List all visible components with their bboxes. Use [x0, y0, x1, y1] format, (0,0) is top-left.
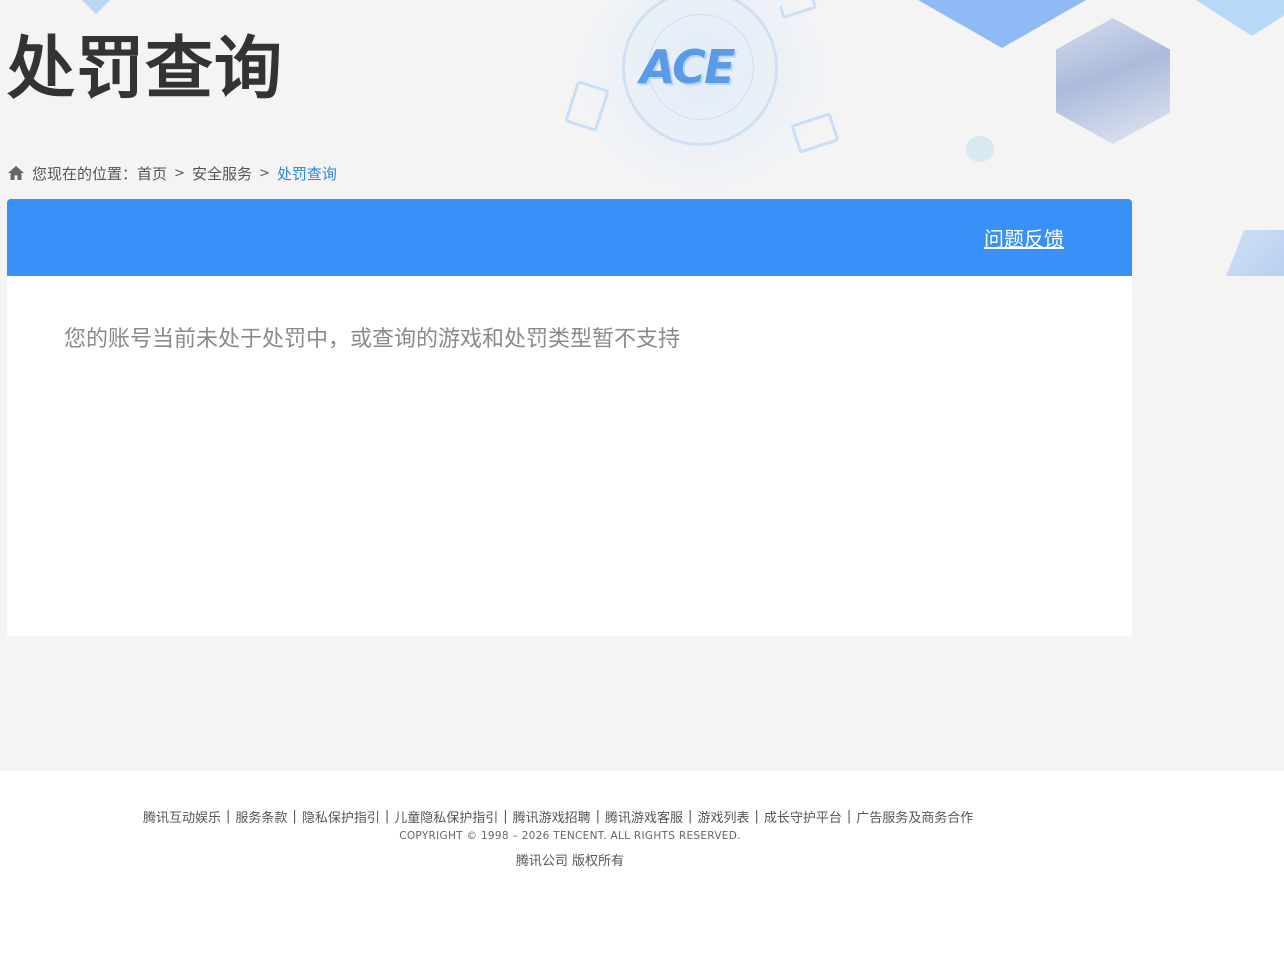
breadcrumb-security-link[interactable]: 安全服务 [192, 163, 252, 184]
banner-dot [966, 136, 994, 162]
footer-separator: | [226, 809, 231, 824]
banner-triangle-top [918, 0, 1086, 48]
banner-glow [574, 0, 830, 190]
breadcrumb-current: 处罚查询 [276, 164, 337, 183]
ace-logo: ACE [640, 40, 735, 94]
breadcrumb-separator: > [258, 165, 270, 181]
footer-link-child-privacy[interactable]: 儿童隐私保护指引 [394, 807, 498, 826]
footer-link-ads-business[interactable]: 广告服务及商务合作 [856, 807, 973, 826]
banner-triangle-right [1196, 0, 1284, 36]
banner-triangle-left [82, 0, 110, 14]
home-icon [7, 164, 25, 182]
footer-links: 腾讯互动娱乐 | 服务条款 | 隐私保护指引 | 儿童隐私保护指引 | 腾讯游戏… [143, 807, 1003, 826]
footer-link-game-list[interactable]: 游戏列表 [697, 807, 749, 826]
breadcrumb-home-link[interactable]: 首页 [137, 163, 167, 184]
footer-link-customer-service[interactable]: 腾讯游戏客服 [605, 807, 683, 826]
footer-separator: | [503, 809, 508, 824]
footer-link-careers[interactable]: 腾讯游戏招聘 [513, 807, 591, 826]
breadcrumb-separator: > [174, 165, 185, 181]
result-message: 您的账号当前未处于处罚中，或查询的游戏和处罚类型暂不支持 [64, 327, 681, 352]
footer-separator: | [846, 809, 852, 824]
panel-header: 问题反馈 [7, 199, 1132, 276]
breadcrumb-prefix: 您现在的位置： [32, 164, 138, 183]
game-card-icon [564, 79, 610, 133]
breadcrumb: 您现在的位置： 首页 > 安全服务 > 处罚查询 [7, 161, 337, 185]
footer-separator: | [754, 809, 759, 824]
page-title: 处罚查询 [7, 30, 284, 109]
footer: 腾讯互动娱乐 | 服务条款 | 隐私保护指引 | 儿童隐私保护指引 | 腾讯游戏… [0, 771, 1284, 969]
footer-separator: | [688, 809, 693, 824]
footer-separator: | [292, 809, 297, 824]
footer-link-terms[interactable]: 服务条款 [235, 807, 287, 826]
game-card-icon [790, 112, 840, 154]
copyright-owner: 腾讯公司 版权所有 [515, 854, 625, 869]
banner-character-image [1056, 18, 1170, 144]
copyright: COPYRIGHT © 1998 – 2026 TENCENT. ALL RIG… [399, 830, 741, 842]
footer-separator: | [595, 809, 601, 824]
result-panel: 问题反馈 您的账号当前未处于处罚中，或查询的游戏和处罚类型暂不支持 [7, 199, 1132, 636]
footer-link-growth-guard[interactable]: 成长守护平台 [764, 807, 842, 826]
banner-corner-image [1226, 230, 1284, 276]
feedback-link[interactable]: 问题反馈 [984, 223, 1064, 252]
page: ACE 处罚查询 您现在的位置： 首页 > 安全服务 > 处罚查询 问题反馈 您… [0, 0, 1284, 969]
footer-link-privacy[interactable]: 隐私保护指引 [302, 807, 380, 826]
game-card-icon [778, 0, 818, 20]
footer-link-tencent-games[interactable]: 腾讯互动娱乐 [143, 807, 221, 826]
footer-separator: | [384, 809, 390, 824]
